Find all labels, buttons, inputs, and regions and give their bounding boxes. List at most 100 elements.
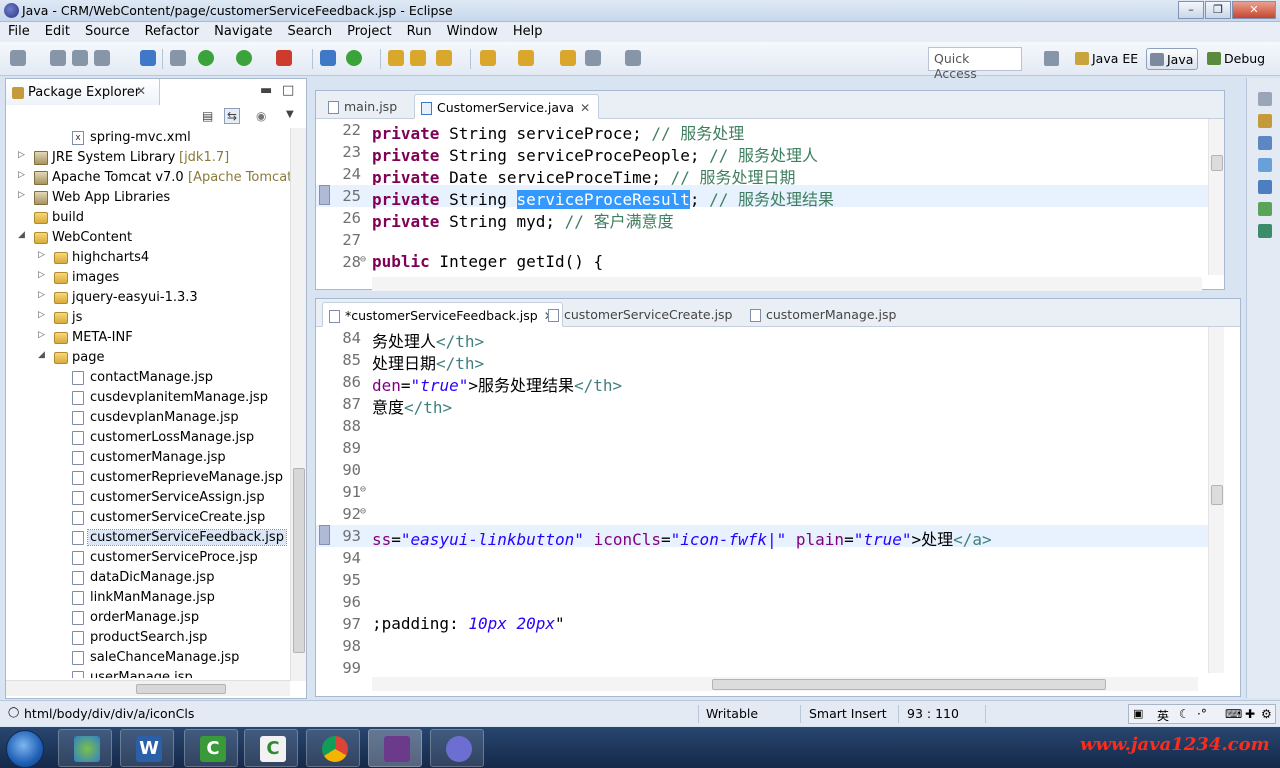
package-explorer-tab[interactable]: Package Explorer ✕ <box>6 79 160 105</box>
last-edit-location-icon[interactable] <box>560 50 576 66</box>
external-tools-icon[interactable] <box>276 50 292 66</box>
tree-item[interactable]: ◢ WebContent <box>6 228 290 248</box>
code-line[interactable]: 24 private Date serviceProceTime; // 服务处理… <box>316 163 1210 187</box>
task-list-icon[interactable] <box>1258 136 1272 150</box>
menu-file[interactable]: File <box>0 22 37 42</box>
tree-item[interactable]: ▷ META-INF <box>6 328 290 348</box>
editor-horizontal-scrollbar[interactable] <box>372 677 1198 691</box>
ime-toolbar[interactable]: ▣ 英 ☾ ·° ⌨ ✚ ⚙ <box>1128 704 1276 724</box>
code-line[interactable]: 27 <box>316 229 1210 251</box>
code-line[interactable]: 88 <box>316 415 1210 437</box>
minimize-button[interactable]: – <box>1178 1 1204 19</box>
code-line[interactable]: 94 <box>316 547 1210 569</box>
ime-tools-icon[interactable]: ✚ <box>1245 707 1255 721</box>
editor-horizontal-scrollbar[interactable] <box>372 277 1202 291</box>
editor-tab[interactable]: main.jsp <box>322 94 405 119</box>
tree-item[interactable]: ▷ Apache Tomcat v7.0 [Apache Tomcat v7.0] <box>6 168 290 188</box>
code-line[interactable]: 97 ;padding: 10px 20px" <box>316 613 1210 635</box>
tree-item[interactable]: customerReprieveManage.jsp <box>6 468 290 488</box>
tree-item[interactable]: ▷ images <box>6 268 290 288</box>
code-line[interactable]: 85 处理日期</th> <box>316 349 1210 373</box>
code-line[interactable]: 84 务处理人</th> <box>316 327 1210 351</box>
insert-mode[interactable]: Smart Insert <box>809 706 887 721</box>
console-view-icon[interactable] <box>1258 180 1272 194</box>
menu-edit[interactable]: Edit <box>37 22 77 42</box>
close-tab-icon[interactable]: ✕ <box>580 101 590 115</box>
restore-icon[interactable] <box>1258 92 1272 106</box>
collapse-all-icon[interactable]: ▤ <box>202 109 213 123</box>
ime-punctuation-icon[interactable]: ·° <box>1197 707 1207 721</box>
open-type-icon[interactable] <box>388 50 404 66</box>
fold-toggle-icon[interactable]: ⊖ <box>360 484 366 495</box>
close-icon[interactable]: ✕ <box>136 84 146 98</box>
editor-tab[interactable]: *customerServiceFeedback.jsp✕ <box>322 302 563 327</box>
editor-tab[interactable]: customerServiceCreate.jsp <box>542 302 741 327</box>
expand-arrow-icon[interactable]: ▷ <box>38 310 48 320</box>
tree-item[interactable]: ▷ highcharts4 <box>6 248 290 268</box>
tree-item[interactable]: customerManage.jsp <box>6 448 290 468</box>
taskbar-app-word[interactable]: W <box>120 729 174 767</box>
restore-button[interactable]: ❐ <box>1205 1 1231 19</box>
tree-item[interactable]: cusdevplanitemManage.jsp <box>6 388 290 408</box>
menu-source[interactable]: Source <box>77 22 137 42</box>
maximize-view-icon[interactable]: □ <box>282 83 294 98</box>
close-button[interactable]: ✕ <box>1232 1 1276 19</box>
tree-item[interactable]: dataDicManage.jsp <box>6 568 290 588</box>
tree-item[interactable]: x spring-mvc.xml <box>6 128 290 148</box>
perspective-java-ee[interactable]: Java EE <box>1072 48 1142 70</box>
fold-toggle-icon[interactable]: ⊖ <box>360 506 366 517</box>
tree-item[interactable]: orderManage.jsp <box>6 608 290 628</box>
open-perspective-icon[interactable] <box>1044 51 1059 66</box>
tree-item[interactable]: customerServiceFeedback.jsp <box>6 528 290 548</box>
taskbar-app-photo[interactable] <box>58 729 112 767</box>
minimize-view-icon[interactable]: ▬ <box>260 83 272 98</box>
expand-arrow-icon[interactable]: ▷ <box>18 170 28 180</box>
taskbar-app-camtasia[interactable]: C <box>184 729 238 767</box>
expand-arrow-icon[interactable]: ▷ <box>18 190 28 200</box>
tree-item[interactable]: contactManage.jsp <box>6 368 290 388</box>
editor-vertical-scrollbar[interactable] <box>1208 327 1224 673</box>
hierarchy-icon[interactable] <box>1258 158 1272 172</box>
tree-item[interactable]: customerServiceAssign.jsp <box>6 488 290 508</box>
tree-item[interactable]: customerServiceCreate.jsp <box>6 508 290 528</box>
expand-arrow-icon[interactable]: ▷ <box>38 250 48 260</box>
tree-item[interactable]: ▷ JRE System Library [jdk1.7] <box>6 148 290 168</box>
menu-project[interactable]: Project <box>339 22 398 42</box>
taskbar-app-eclipse[interactable] <box>368 729 422 767</box>
skip-breakpoints-icon[interactable] <box>170 50 186 66</box>
perspective-java[interactable]: Java <box>1146 48 1199 70</box>
new-icon[interactable] <box>10 50 26 66</box>
collapse-arrow-icon[interactable]: ◢ <box>18 230 28 240</box>
ime-keyboard-icon[interactable]: ⌨ <box>1225 707 1242 721</box>
tree-item[interactable]: customerServiceProce.jsp <box>6 548 290 568</box>
quick-access-input[interactable]: Quick Access <box>928 47 1022 81</box>
explorer-horizontal-scrollbar[interactable] <box>6 680 290 696</box>
explorer-vertical-scrollbar[interactable] <box>290 128 306 681</box>
code-line[interactable]: 99 <box>316 657 1210 679</box>
focus-icon[interactable]: ◉ <box>256 109 266 123</box>
code-line[interactable]: 87 意度</th> <box>316 393 1210 417</box>
expand-arrow-icon[interactable]: ▷ <box>38 330 48 340</box>
search-icon[interactable] <box>436 50 452 66</box>
ime-moon-icon[interactable]: ☾ <box>1179 707 1190 721</box>
tree-item[interactable]: ▷ jquery-easyui-1.3.3 <box>6 288 290 308</box>
tree-item[interactable]: ◢ page <box>6 348 290 368</box>
code-line[interactable]: 28 ⊖ public Integer getId() { <box>316 251 1210 273</box>
previous-annotation-icon[interactable] <box>518 50 534 66</box>
perspective-debug[interactable]: Debug <box>1204 48 1269 70</box>
menu-help[interactable]: Help <box>505 22 550 42</box>
code-line[interactable]: 90 <box>316 459 1210 481</box>
link-with-editor-icon[interactable]: ⇆ <box>224 108 241 124</box>
expand-arrow-icon[interactable]: ▷ <box>38 270 48 280</box>
tree-item[interactable]: linkManManage.jsp <box>6 588 290 608</box>
code-line[interactable]: 22 private String serviceProce; // 服务处理 <box>316 119 1210 143</box>
run-icon[interactable] <box>236 50 252 66</box>
menu-window[interactable]: Window <box>439 22 505 42</box>
menu-navigate[interactable]: Navigate <box>206 22 279 42</box>
tree-item[interactable]: ▷ Web App Libraries <box>6 188 290 208</box>
editor-tab[interactable]: customerManage.jsp <box>744 302 904 327</box>
code-line[interactable]: 86 den="true">服务处理结果</th> <box>316 371 1210 395</box>
code-line[interactable]: 25 private String serviceProceResult; // … <box>316 185 1210 209</box>
ime-language[interactable]: 英 <box>1157 707 1169 724</box>
collapse-arrow-icon[interactable]: ◢ <box>38 350 48 360</box>
